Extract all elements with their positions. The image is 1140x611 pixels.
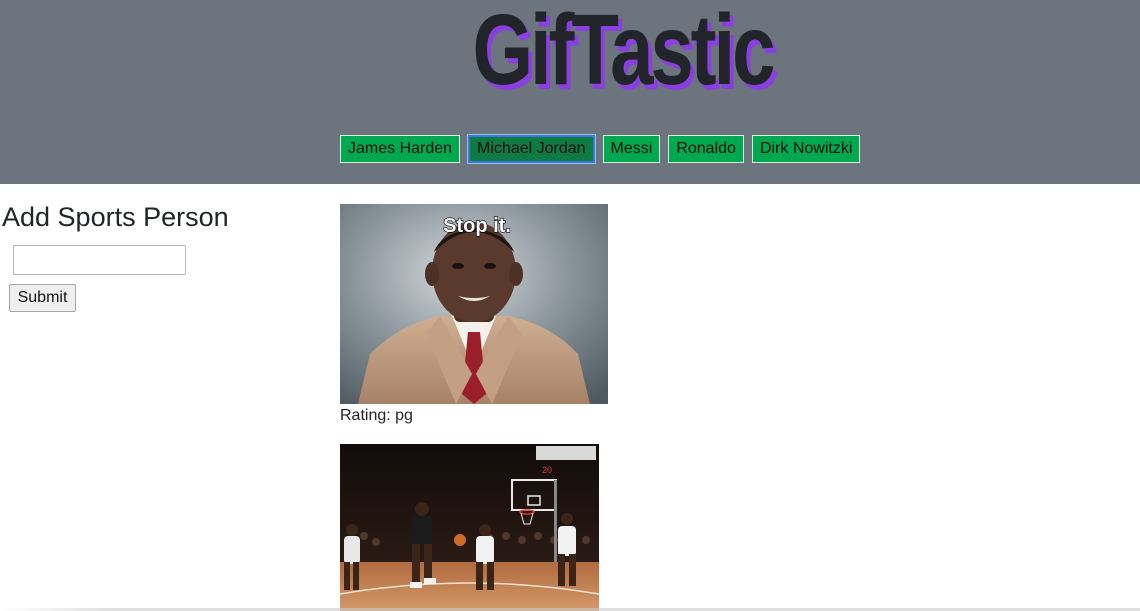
gif-image[interactable]: 20 <box>340 444 599 611</box>
topic-button-row: James Harden Michael Jordan Messi Ronald… <box>340 135 861 163</box>
add-person-input[interactable] <box>13 245 186 275</box>
add-person-heading: Add Sports Person <box>2 202 229 232</box>
gif-image-basketball-court: 20 <box>340 444 599 611</box>
shot-clock: 20 <box>542 465 552 475</box>
topic-button-ronaldo[interactable]: Ronaldo <box>668 135 744 163</box>
gif-image-jordan-suit: Stop it. <box>340 204 608 404</box>
gif-rating: Rating: pg <box>340 407 413 424</box>
topic-button-messi[interactable]: Messi <box>602 135 661 163</box>
topic-button-dirk-nowitzki[interactable]: Dirk Nowitzki <box>751 135 861 163</box>
header: GifTastic James Harden Michael Jordan Me… <box>0 0 1140 184</box>
gif-card: 20 <box>340 444 599 611</box>
submit-button[interactable]: Submit <box>9 284 76 312</box>
gif-caption-overlay: Stop it. <box>443 215 511 237</box>
app-title: GifTastic <box>472 0 775 106</box>
gif-image[interactable]: Stop it. <box>340 204 608 404</box>
topic-button-james-harden[interactable]: James Harden <box>340 135 461 163</box>
topic-button-michael-jordan[interactable]: Michael Jordan <box>468 135 595 163</box>
gif-card: Stop it. Rating: pg <box>340 204 608 428</box>
